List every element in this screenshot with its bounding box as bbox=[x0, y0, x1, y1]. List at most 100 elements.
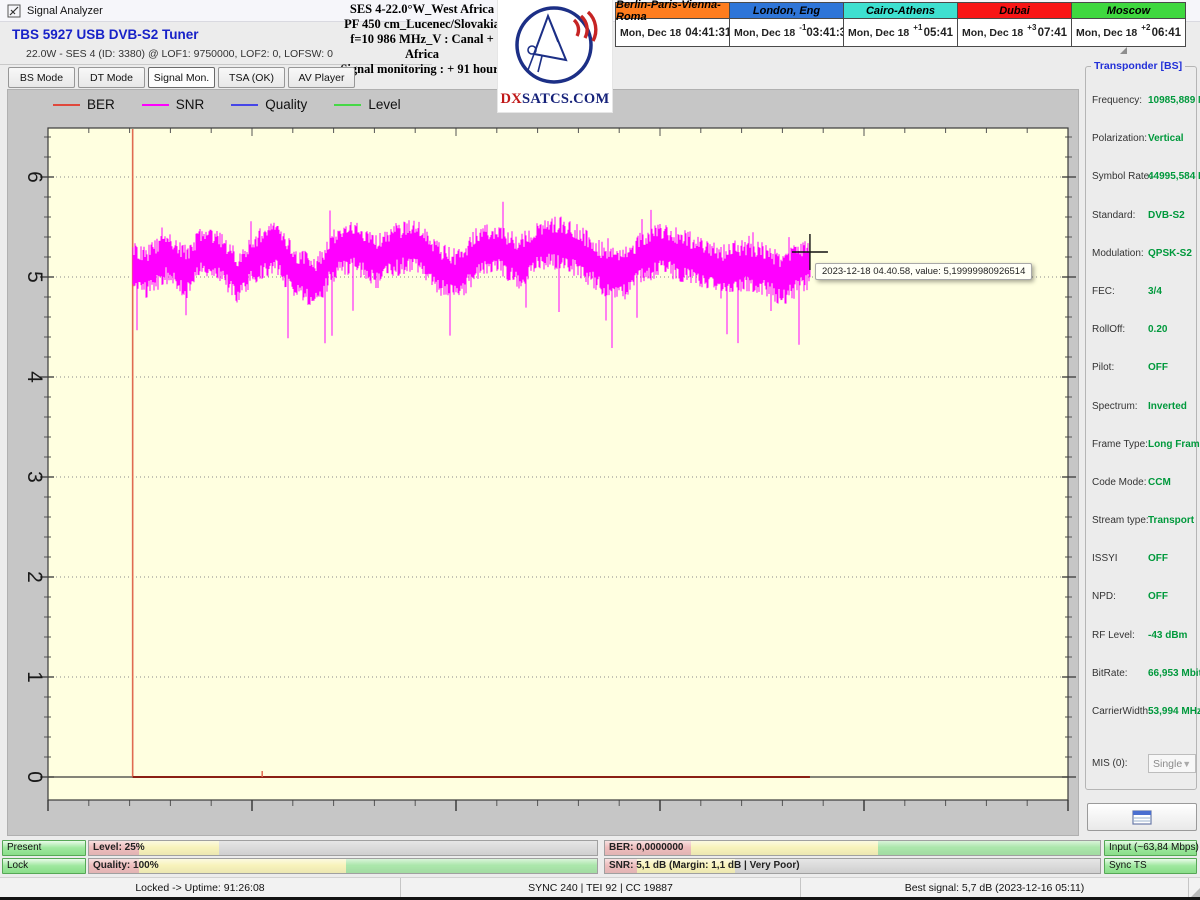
legend-label: Level bbox=[368, 97, 400, 112]
world-clock: Moscow Mon, Dec 18 +2 06:41 bbox=[1071, 2, 1186, 47]
signal-monitor-chart[interactable]: 0123456 bbox=[8, 90, 1078, 835]
transponder-row-label: Spectrum: bbox=[1092, 401, 1148, 412]
transponder-row-value: 0.20 bbox=[1148, 324, 1167, 335]
legend-line-swatch bbox=[53, 104, 80, 106]
tab[interactable]: DT Mode bbox=[78, 67, 145, 88]
transponder-row: Code Mode: CCM bbox=[1092, 477, 1193, 488]
transponder-row-value: QPSK-S2 bbox=[1148, 248, 1192, 259]
tab[interactable]: Signal Mon. bbox=[148, 67, 215, 88]
session-line-frequency: f=10 986 MHz_V : Canal + Africa bbox=[338, 32, 506, 62]
tuner-name: TBS 5927 USB DVB-S2 Tuner bbox=[12, 27, 199, 42]
svg-text:0: 0 bbox=[23, 771, 46, 783]
svg-text:3: 3 bbox=[23, 471, 46, 483]
clock-date: Mon, Dec 18 bbox=[734, 27, 795, 39]
transponder-row: NPD: OFF bbox=[1092, 591, 1193, 602]
transponder-row: Symbol Rate: 44995,584 KS/s bbox=[1092, 171, 1193, 182]
transponder-row-label: Frame Type: bbox=[1092, 439, 1148, 450]
legend-item: Quality bbox=[231, 97, 307, 112]
world-clock: Berlin-Paris-Vienna-Roma Mon, Dec 18 04:… bbox=[615, 2, 730, 47]
legend-label: Quality bbox=[265, 97, 307, 112]
clock-city-label: Dubai bbox=[958, 3, 1071, 19]
transponder-row-label: Modulation: bbox=[1092, 248, 1148, 259]
legend-item: Level bbox=[334, 97, 400, 112]
transponder-row-value: Vertical bbox=[1148, 133, 1184, 144]
clock-utc-offset: +2 bbox=[1141, 23, 1150, 32]
transponder-row-value: 3/4 bbox=[1148, 286, 1162, 297]
transponder-row-value: OFF bbox=[1148, 362, 1168, 373]
transponder-row: Frequency: 10985,889 MHz bbox=[1092, 95, 1193, 106]
transponder-row-value: Long Frame bbox=[1148, 439, 1200, 450]
chart-tooltip: 2023-12-18 04.40.58, value: 5,1999998092… bbox=[815, 263, 1032, 280]
transponder-row-value: CCM bbox=[1148, 477, 1171, 488]
transponder-row-value: OFF bbox=[1148, 591, 1168, 602]
clock-utc-offset: -1 bbox=[799, 23, 806, 32]
clock-date: Mon, Dec 18 bbox=[620, 27, 681, 39]
clock-resize-grip bbox=[1120, 47, 1127, 54]
snr-bar-label: SNR: 5,1 dB (Margin: 1,1 dB | Very Poor) bbox=[609, 860, 800, 871]
transponder-row-value: 44995,584 KS/s bbox=[1148, 171, 1200, 182]
svg-text:6: 6 bbox=[23, 171, 46, 183]
transponder-panel-title: Transponder [BS] bbox=[1091, 60, 1185, 72]
transponder-row: CarrierWidth: 53,994 MHz bbox=[1092, 706, 1193, 717]
transponder-row-label: BitRate: bbox=[1092, 668, 1148, 679]
clock-date: Mon, Dec 18 bbox=[848, 27, 909, 39]
window-title: Signal Analyzer bbox=[27, 5, 103, 17]
ber-bar-label: BER: 0,0000000 bbox=[609, 842, 684, 853]
tab[interactable]: BS Mode bbox=[8, 67, 75, 88]
transponder-row-label: ISSYI bbox=[1092, 553, 1148, 564]
session-info: SES 4-22.0°W_West Africa PF 450 cm_Lucen… bbox=[338, 2, 506, 77]
legend-line-swatch bbox=[142, 104, 169, 106]
mis-label: MIS (0): bbox=[1092, 758, 1148, 769]
mis-selected-value: Single bbox=[1153, 758, 1182, 770]
transponder-row: Stream type: Transport bbox=[1092, 515, 1193, 526]
dxsatcs-logo: DXSATCS.COM bbox=[498, 0, 612, 112]
satellite-dish-icon bbox=[498, 0, 612, 88]
level-bar: Level: 25% bbox=[88, 840, 598, 856]
clock-city-label: Berlin-Paris-Vienna-Roma bbox=[616, 3, 729, 19]
legend-line-swatch bbox=[231, 104, 258, 106]
tuner-config: 22.0W - SES 4 (ID: 3380) @ LOF1: 9750000… bbox=[26, 48, 333, 60]
transponder-rows: Frequency: 10985,889 MHz Polarization: V… bbox=[1092, 95, 1193, 717]
input-bitrate-button[interactable]: Input (~63,84 Mbps) bbox=[1104, 840, 1197, 856]
transponder-row: RollOff: 0.20 bbox=[1092, 324, 1193, 335]
svg-text:2: 2 bbox=[23, 571, 46, 583]
clock-utc-offset: +3 bbox=[1027, 23, 1036, 32]
transponder-row: ISSYI OFF bbox=[1092, 553, 1193, 564]
transponder-row: Pilot: OFF bbox=[1092, 362, 1193, 373]
tab[interactable]: TSA (OK) bbox=[218, 67, 285, 88]
sync-ts-button[interactable]: Sync TS bbox=[1104, 858, 1197, 874]
transponder-row-label: NPD: bbox=[1092, 591, 1148, 602]
transponder-row-label: CarrierWidth: bbox=[1092, 706, 1148, 717]
transponder-row-value: Transport bbox=[1148, 515, 1194, 526]
status-uptime: Locked -> Uptime: 91:26:08 bbox=[0, 878, 400, 897]
transponder-row-label: Symbol Rate: bbox=[1092, 171, 1148, 182]
mode-tabs: BS Mode DT Mode Signal Mon. TSA (OK) AV … bbox=[8, 67, 355, 88]
clock-time: 06:41 bbox=[1152, 27, 1181, 39]
transponder-row-label: RF Level: bbox=[1092, 630, 1148, 641]
ber-bar: BER: 0,0000000 bbox=[604, 840, 1101, 856]
tab[interactable]: AV Player bbox=[288, 67, 355, 88]
session-line-satellite: SES 4-22.0°W_West Africa bbox=[338, 2, 506, 17]
transponder-row: Frame Type: Long Frame bbox=[1092, 439, 1193, 450]
resize-grip-icon[interactable] bbox=[1188, 878, 1200, 897]
svg-text:1: 1 bbox=[23, 671, 46, 683]
mis-select[interactable]: Single ▼ bbox=[1148, 754, 1196, 773]
export-button[interactable] bbox=[1087, 803, 1197, 831]
transponder-row-value: 53,994 MHz bbox=[1148, 706, 1200, 717]
signal-chart-panel: BER SNR Quality Level 0123456 2023-12-18… bbox=[8, 90, 1078, 835]
transponder-row-label: Stream type: bbox=[1092, 515, 1148, 526]
transponder-row-label: Standard: bbox=[1092, 210, 1148, 221]
clock-date: Mon, Dec 18 bbox=[1076, 27, 1137, 39]
lock-indicator: Lock bbox=[2, 858, 86, 874]
transponder-row-label: FEC: bbox=[1092, 286, 1148, 297]
transponder-row: Modulation: QPSK-S2 bbox=[1092, 248, 1193, 259]
status-bar: Locked -> Uptime: 91:26:08 SYNC 240 | TE… bbox=[0, 877, 1200, 897]
svg-text:4: 4 bbox=[23, 371, 46, 383]
clock-time: 07:41 bbox=[1038, 27, 1067, 39]
quality-bar: Quality: 100% bbox=[88, 858, 598, 874]
clock-city-label: London, Eng bbox=[730, 3, 843, 19]
world-clock: Dubai Mon, Dec 18 +3 07:41 bbox=[957, 2, 1072, 47]
transponder-row-label: Code Mode: bbox=[1092, 477, 1148, 488]
clock-city-label: Cairo-Athens bbox=[844, 3, 957, 19]
transponder-row-label: Frequency: bbox=[1092, 95, 1148, 106]
